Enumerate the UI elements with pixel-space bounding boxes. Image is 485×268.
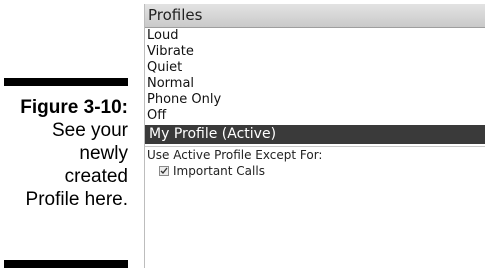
checkbox-checked-icon[interactable]: [159, 166, 169, 176]
caption-bottom-rule: [4, 260, 128, 268]
caption-line: Profile here.: [25, 189, 128, 210]
profile-item-off[interactable]: Off: [145, 108, 485, 124]
figure-caption: Figure 3-10: See your newly created Prof…: [0, 96, 128, 211]
profile-item-phone-only[interactable]: Phone Only: [145, 92, 485, 108]
figure-number: Figure 3-10:: [20, 97, 128, 118]
caption-line: See your: [51, 120, 128, 141]
profiles-screen: Profiles Loud Vibrate Quiet Normal Phone…: [144, 4, 485, 268]
profile-list: Loud Vibrate Quiet Normal Phone Only Off…: [145, 28, 485, 144]
profile-item-loud[interactable]: Loud: [145, 28, 485, 44]
exception-label: Use Active Profile Except For:: [147, 148, 323, 162]
profile-item-normal[interactable]: Normal: [145, 76, 485, 92]
section-divider: [145, 146, 485, 147]
screen-title: Profiles: [145, 4, 485, 28]
caption-line: newly: [79, 143, 128, 164]
profile-item-vibrate[interactable]: Vibrate: [145, 44, 485, 60]
checkmark-icon: [160, 167, 168, 175]
caption-line: created: [64, 166, 128, 187]
important-calls-option[interactable]: Important Calls: [145, 163, 485, 179]
important-calls-label: Important Calls: [173, 163, 265, 178]
profile-item-quiet[interactable]: Quiet: [145, 60, 485, 76]
profile-item-active[interactable]: My Profile (Active): [145, 125, 485, 144]
caption-top-rule: [4, 78, 128, 86]
